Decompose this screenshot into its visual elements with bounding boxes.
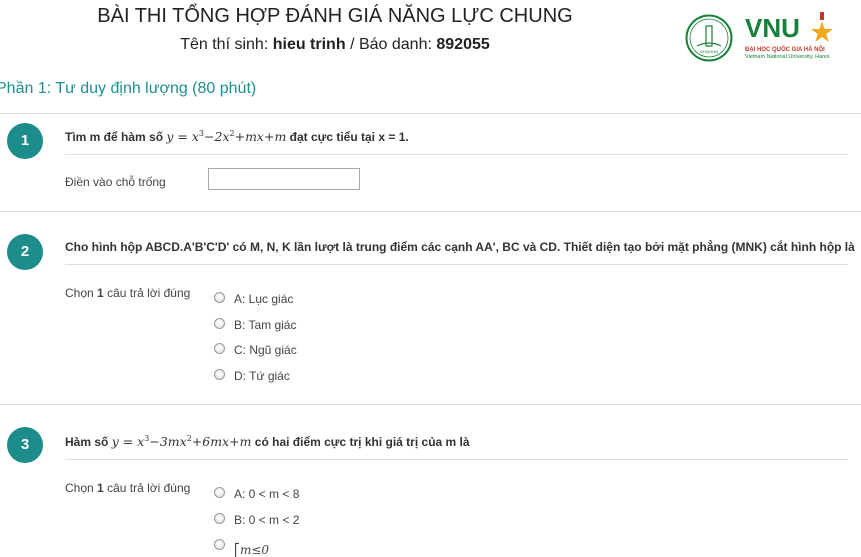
option-label: B: Tam giác xyxy=(234,317,297,332)
section-title: Phần 1: Tư duy định lượng (80 phút) xyxy=(0,80,257,97)
question-divider xyxy=(65,264,848,265)
option-label: m≤0 xyxy=(240,542,270,557)
option-c[interactable]: ⎡m≤0 xyxy=(214,538,269,557)
answer-input[interactable] xyxy=(208,168,360,190)
option-c[interactable]: C: Ngũ giác xyxy=(214,342,297,357)
question-number-2: 2 xyxy=(7,234,43,270)
radio-button[interactable] xyxy=(214,513,225,525)
option-b[interactable]: B: 0 < m < 2 xyxy=(214,512,300,527)
seal-text: ĐHQGHN xyxy=(700,49,718,54)
math-expression: y = x3−2x2+mx+m xyxy=(166,129,287,145)
id-value: 892055 xyxy=(436,36,490,53)
divider xyxy=(0,404,861,405)
choose-suffix: câu trả lời đúng xyxy=(107,286,191,300)
separator: / xyxy=(350,36,355,53)
radio-button[interactable] xyxy=(214,487,225,499)
choose-suffix: câu trả lời đúng xyxy=(107,481,191,495)
answer-label: Điền vào chỗ trống xyxy=(65,175,166,189)
radio-button[interactable] xyxy=(214,318,225,330)
vnu-subtitle-vn: ĐẠI HỌC QUỐC GIA HÀ NỘI xyxy=(745,47,825,53)
radio-button[interactable] xyxy=(214,539,225,551)
math-expression: y = x3−3mx2+6mx+m xyxy=(111,434,252,450)
question-divider xyxy=(65,154,848,155)
option-a[interactable]: A: Lục giác xyxy=(214,291,294,306)
option-label: A: 0 < m < 8 xyxy=(234,486,300,501)
choose-instruction: Chọn 1 câu trả lời đúng xyxy=(65,286,190,300)
option-label: C: Ngũ giác xyxy=(234,342,297,357)
question-3-prefix: Hàm số xyxy=(65,435,109,450)
candidate-name: hieu trinh xyxy=(272,36,346,53)
question-number-1: 1 xyxy=(7,123,43,159)
choose-count: 1 xyxy=(97,286,104,300)
choose-instruction: Chọn 1 câu trả lời đúng xyxy=(65,481,190,495)
option-label: A: Lục giác xyxy=(234,291,294,306)
exam-header: BÀI THI TỔNG HỢP ĐÁNH GIÁ NĂNG LỰC CHUNG… xyxy=(0,0,861,72)
university-seal-icon: ĐHQGHN xyxy=(685,14,733,62)
question-text-3: Hàm số y = x3−3mx2+6mx+m có hai điểm cực… xyxy=(65,434,470,449)
choose-prefix: Chọn xyxy=(65,286,94,300)
divider xyxy=(0,211,861,212)
radio-button[interactable] xyxy=(214,369,225,381)
option-a[interactable]: A: 0 < m < 8 xyxy=(214,486,300,501)
divider xyxy=(0,113,861,114)
vnu-subtitle-en: Vietnam National University, Hanoi xyxy=(745,54,830,60)
option-label: B: 0 < m < 2 xyxy=(234,512,300,527)
question-number-3: 3 xyxy=(7,427,43,463)
question-3-suffix: có hai điểm cực trị khi giá trị của m là xyxy=(254,435,470,450)
question-1-suffix: đạt cực tiểu tại x = 1. xyxy=(289,130,409,145)
option-math: ⎡m≤0 xyxy=(234,542,270,557)
question-1-prefix: Tìm m để hàm số xyxy=(65,130,164,145)
option-d[interactable]: D: Tứ giác xyxy=(214,368,290,383)
choose-count: 1 xyxy=(97,481,104,495)
question-text-2: Cho hình hộp ABCD.A'B'C'D' có M, N, K lầ… xyxy=(65,240,855,254)
star-icon xyxy=(811,12,833,42)
id-label: Báo danh: xyxy=(358,36,432,53)
candidate-label: Tên thí sinh: xyxy=(180,36,269,53)
question-text-1: Tìm m để hàm số y = x3−2x2+mx+m đạt cực … xyxy=(65,129,409,144)
radio-button[interactable] xyxy=(214,292,225,304)
radio-button[interactable] xyxy=(214,343,225,355)
exam-title: BÀI THI TỔNG HỢP ĐÁNH GIÁ NĂNG LỰC CHUNG xyxy=(97,5,573,27)
candidate-info: Tên thí sinh: hieu trinh / Báo danh: 892… xyxy=(0,36,670,54)
option-label: D: Tứ giác xyxy=(234,368,290,383)
choose-prefix: Chọn xyxy=(65,481,94,495)
option-b[interactable]: B: Tam giác xyxy=(214,317,297,332)
question-divider xyxy=(65,459,848,460)
